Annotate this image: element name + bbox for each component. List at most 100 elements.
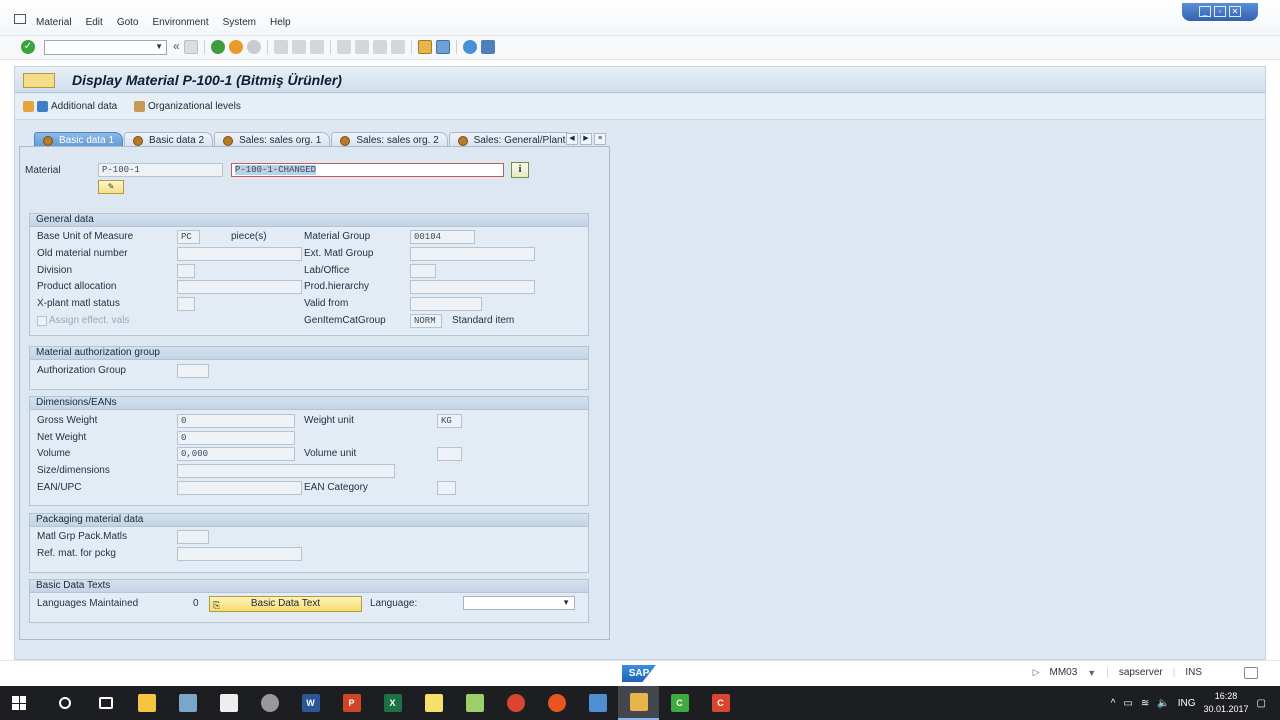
windows-start-icon[interactable] [12,696,26,710]
ubuntu-icon[interactable] [536,686,577,720]
tab-list-icon[interactable]: ≡ [594,133,606,145]
tab-gear-icon [43,136,53,146]
application-toolbar: Additional data Organizational levels [15,94,1265,120]
menu-material[interactable]: Material [36,17,72,28]
lock-icon[interactable] [1244,667,1258,679]
shortcut-icon[interactable] [435,40,450,54]
taskbar-apps: W P X C C [44,686,741,720]
wifi-icon[interactable]: ≋ [1141,698,1149,709]
virtualbox-icon[interactable] [577,686,618,720]
tab-right-icon[interactable]: ▶ [580,133,592,145]
help-icon[interactable] [462,40,477,54]
lang-text-button[interactable]: ✎ [98,180,124,194]
weight-unit-field[interactable]: KG [437,414,462,428]
expand-status-icon[interactable]: ▷ [1033,667,1040,678]
find-icon[interactable] [291,40,306,54]
material-description-field[interactable]: P-100-1-CHANGED [231,163,504,177]
chrome-icon[interactable] [495,686,536,720]
notepad-plus-icon[interactable] [454,686,495,720]
info-button[interactable]: i [511,162,529,178]
menu-help[interactable]: Help [270,17,291,28]
volume-icon[interactable]: 🔈 [1157,698,1169,709]
ref-mat-label: Ref. mat. for pckg [37,548,116,559]
matl-grp-pack-field[interactable] [177,530,209,544]
notification-icon[interactable]: ▢ [1257,698,1266,709]
search-icon[interactable] [44,686,85,720]
excel-icon[interactable]: X [372,686,413,720]
restore-icon[interactable]: ▫ [1214,6,1226,17]
division-field[interactable] [177,264,195,278]
gross-weight-label: Gross Weight [37,415,98,426]
chevron-up-icon[interactable]: ^ [1111,698,1116,709]
xplant-status-field[interactable] [177,297,195,311]
save-icon[interactable] [183,40,198,54]
minimize-icon[interactable]: _ [1199,6,1211,17]
next-page-icon[interactable] [372,40,387,54]
collapse-icon[interactable]: « [173,40,180,54]
ext-matl-group-field[interactable] [410,247,535,261]
status-bar: SAP ▷ MM03 ▼ | sapserver | INS [0,660,1280,686]
prod-hierarchy-field[interactable] [410,280,535,294]
product-allocation-field[interactable] [177,280,302,294]
powerpoint-icon[interactable]: P [331,686,372,720]
exit-icon[interactable] [228,40,243,54]
old-material-field[interactable] [177,247,302,261]
clipboard-icon [23,101,34,112]
sap-logon-icon[interactable] [167,686,208,720]
volume-unit-field[interactable] [437,447,462,461]
file-explorer-icon[interactable] [126,686,167,720]
menu-environment[interactable]: Environment [153,17,209,28]
enter-checkmark-icon[interactable]: ✓ [21,40,35,54]
chevron-down-icon[interactable]: ▼ [1087,668,1096,678]
ean-category-field[interactable] [437,481,456,495]
assign-effect-checkbox[interactable] [37,316,47,326]
sap-active-window-icon[interactable] [618,686,659,720]
cancel-icon[interactable] [246,40,261,54]
organizational-levels-button[interactable]: Organizational levels [134,101,241,112]
system-menu-icon[interactable] [14,14,26,24]
close-icon[interactable]: ✕ [1229,6,1241,17]
gen-item-cat-field[interactable]: NORM [410,314,442,328]
gross-weight-field[interactable]: 0 [177,414,295,428]
ext-matl-group-label: Ext. Matl Group [304,248,374,259]
sap-gui-icon[interactable] [249,686,290,720]
create-session-icon[interactable] [417,40,432,54]
last-page-icon[interactable] [390,40,405,54]
auth-group-field[interactable] [177,364,209,378]
base-uom-field[interactable]: PC [177,230,200,244]
ref-mat-field[interactable] [177,547,302,561]
material-field[interactable]: P-100-1 [98,163,223,177]
net-weight-field[interactable]: 0 [177,431,295,445]
layout-menu-icon[interactable] [480,40,495,54]
volume-field[interactable]: 0,000 [177,447,295,461]
command-field[interactable]: ▼ [44,40,167,55]
valid-from-field[interactable] [410,297,482,311]
material-group-field[interactable]: 00104 [410,230,475,244]
language-icon[interactable]: ING [1178,698,1196,709]
calculator-icon[interactable] [208,686,249,720]
lab-office-field[interactable] [410,264,436,278]
back-icon[interactable] [210,40,225,54]
size-field[interactable] [177,464,395,478]
menu-system[interactable]: System [223,17,256,28]
previous-page-icon[interactable] [354,40,369,54]
menu-edit[interactable]: Edit [86,17,103,28]
menu-goto[interactable]: Goto [117,17,139,28]
sticky-notes-icon[interactable] [413,686,454,720]
clock[interactable]: 16:28 30.01.2017 [1204,690,1249,716]
tab-left-icon[interactable]: ◀ [566,133,578,145]
word-icon[interactable]: W [290,686,331,720]
first-page-icon[interactable] [336,40,351,54]
print-icon[interactable] [273,40,288,54]
chevron-down-icon[interactable]: ▼ [155,42,163,51]
camtasia-red-icon[interactable]: C [700,686,741,720]
camtasia-green-icon[interactable]: C [659,686,700,720]
find-next-icon[interactable] [309,40,324,54]
menu: Material Edit Goto Environment System He… [36,17,291,28]
ean-field[interactable] [177,481,302,495]
basic-data-text-button[interactable]: ⎘ Basic Data Text [209,596,362,612]
battery-icon[interactable]: ▭ [1123,698,1132,709]
task-view-icon[interactable] [85,686,126,720]
additional-data-button[interactable]: Additional data [23,101,117,112]
language-select[interactable]: ▼ [463,596,575,610]
